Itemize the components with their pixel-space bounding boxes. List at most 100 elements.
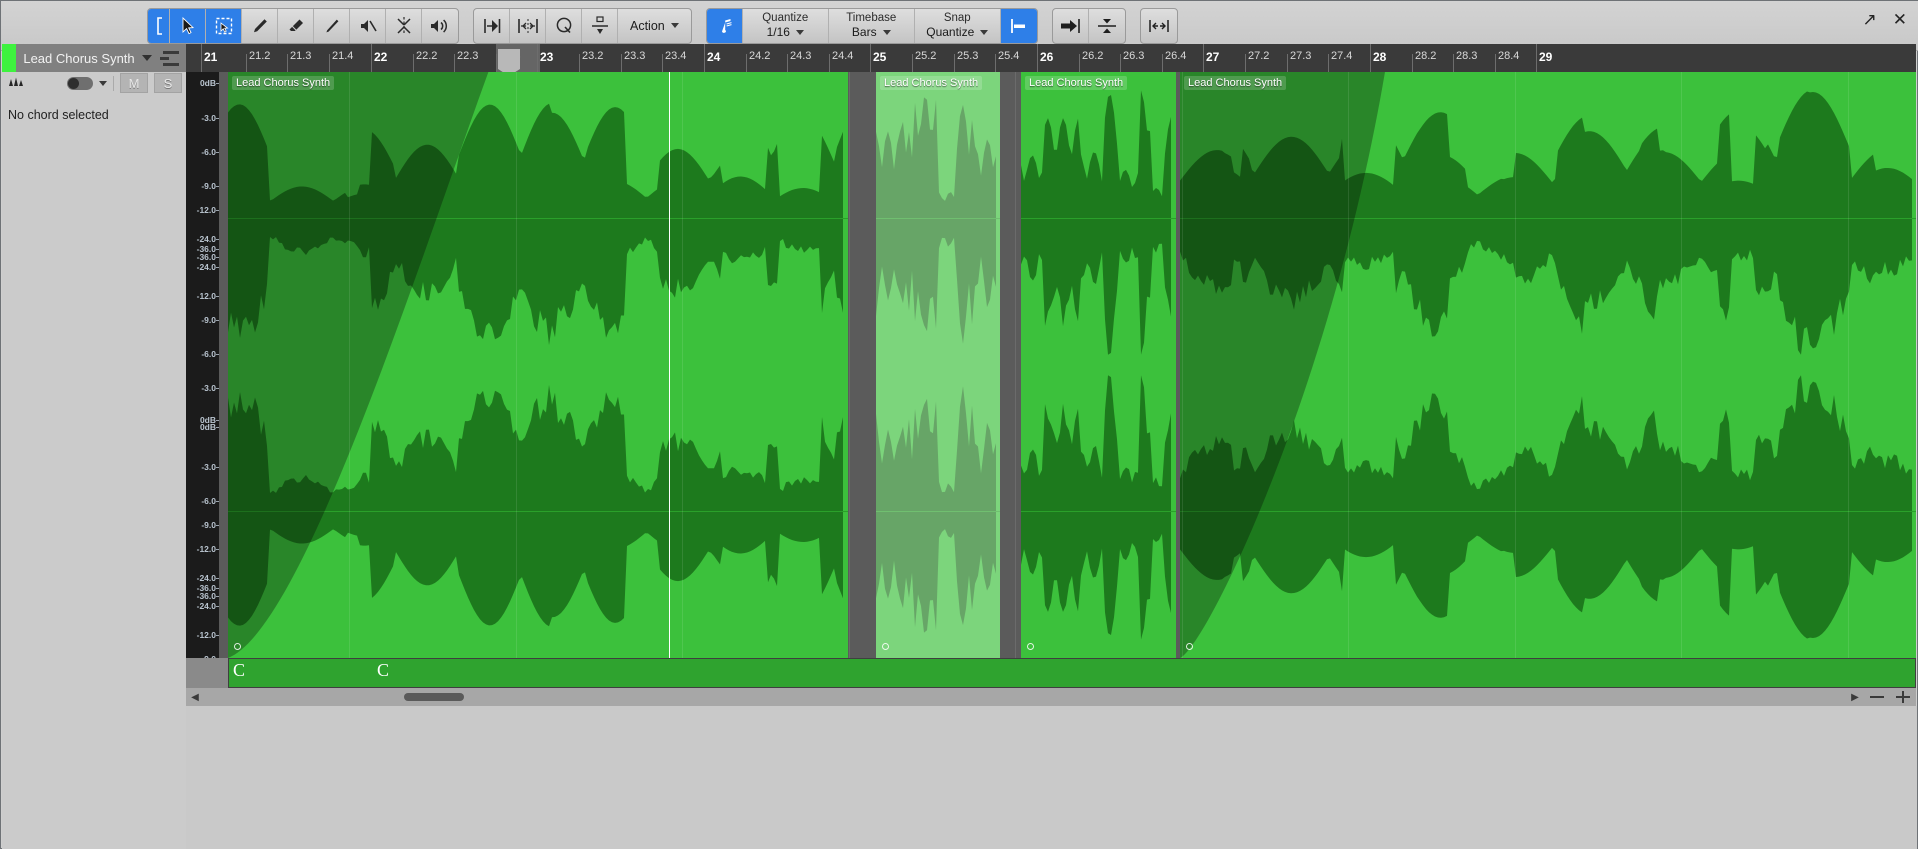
marquee-select-tool[interactable] <box>206 8 242 43</box>
ruler-label: 23.3 <box>624 50 646 62</box>
chevron-down-icon[interactable] <box>99 80 107 86</box>
zoom-in-icon[interactable] <box>1890 688 1916 706</box>
crossfade-button[interactable] <box>1089 9 1125 43</box>
move-group <box>1051 7 1126 44</box>
chevron-down-icon <box>795 30 804 35</box>
music-note-toggle[interactable] <box>706 8 743 43</box>
scroll-right-arrow-icon[interactable]: ▶ <box>1846 688 1864 706</box>
ruler-tick <box>579 54 580 72</box>
pencil-tool[interactable] <box>242 8 278 43</box>
clip-anchor-handle[interactable] <box>1186 643 1193 650</box>
ruler-label: 24.3 <box>790 50 812 62</box>
db-tick-label: -3.0 <box>201 383 219 393</box>
restore-window-icon[interactable]: ↗ <box>1863 11 1877 28</box>
audio-clip[interactable]: Lead Chorus Synth <box>1180 72 1916 658</box>
audio-clip[interactable]: Lead Chorus Synth <box>876 72 1000 658</box>
ruler-label: 22.2 <box>416 50 438 62</box>
ruler-tick <box>201 44 202 72</box>
db-tick-label: -6.0 <box>201 349 219 359</box>
chord-label[interactable]: C <box>233 660 245 681</box>
ruler-label: 27.3 <box>1290 50 1312 62</box>
chevron-down-icon <box>980 30 989 35</box>
ruler-tick <box>995 54 996 72</box>
chord-label[interactable]: C <box>377 660 389 681</box>
audio-clip[interactable]: Lead Chorus Synth <box>1021 72 1176 658</box>
ruler-label: 26.2 <box>1082 50 1104 62</box>
clip-anchor-handle[interactable] <box>1027 643 1034 650</box>
tempo-detect-button[interactable] <box>582 8 618 43</box>
track-menu-icon[interactable] <box>160 50 182 66</box>
ruler-tick <box>829 54 830 72</box>
chord-track[interactable]: CC <box>186 658 1916 688</box>
left-inspector-panel: M S No chord selected <box>2 72 186 778</box>
quantize-field[interactable]: Quantize 1/16 <box>743 8 829 43</box>
ruler-tick <box>1079 54 1080 72</box>
clip-name-label[interactable]: Lead Chorus Synth <box>1184 76 1287 90</box>
ruler-label: 26.3 <box>1123 50 1145 62</box>
fade-out-curve[interactable] <box>1180 72 1916 658</box>
waveform-icon[interactable] <box>6 74 28 92</box>
horizontal-scrollbar[interactable]: ◀ ▶ <box>186 688 1916 706</box>
edit-action-group: Action <box>473 7 692 44</box>
ruler-tick <box>1370 44 1371 72</box>
ruler-label: 24.4 <box>832 50 854 62</box>
volume-tool[interactable] <box>422 9 458 43</box>
db-tick-label: -36.0 <box>196 591 220 601</box>
clip-anchor-handle[interactable] <box>882 643 889 650</box>
waveform-graphic <box>876 72 1000 658</box>
pen-tool[interactable] <box>314 8 350 43</box>
window-controls: ↗ ✕ <box>1863 11 1908 28</box>
clip-anchor-handle[interactable] <box>234 643 241 650</box>
ruler-tick <box>912 54 913 72</box>
close-window-icon[interactable]: ✕ <box>1893 11 1907 28</box>
track-color-swatch[interactable] <box>2 44 16 72</box>
snap-right-button[interactable] <box>474 8 510 43</box>
clip-name-label[interactable]: Lead Chorus Synth <box>880 76 983 90</box>
waveform-edit-area[interactable]: Lead Chorus Synth Lead Chorus Synth Lead… <box>219 72 1916 658</box>
audio-clip[interactable]: Lead Chorus Synth <box>228 72 848 658</box>
mute-button[interactable]: M <box>120 73 148 93</box>
arrow-to-end-button[interactable] <box>1053 8 1089 43</box>
split-scissors-tool[interactable] <box>386 8 422 43</box>
ruler-label: 26 <box>1040 50 1054 64</box>
db-tick-label: -9.0 <box>201 520 219 530</box>
ruler-label: 27.2 <box>1248 50 1270 62</box>
fit-width-button[interactable] <box>1141 9 1177 43</box>
divider <box>113 75 114 91</box>
bar-gridline <box>1015 72 1016 658</box>
quantize-q-button[interactable] <box>546 8 582 43</box>
snap-field[interactable]: Snap Quantize <box>915 8 1001 43</box>
db-tick-label: -6.0 <box>201 147 219 157</box>
timebase-field[interactable]: Timebase Bars <box>829 8 915 43</box>
audio-clip-editor-window: Action Quantize 1/16 Timebase Bars Snap … <box>0 0 1918 849</box>
clip-name-label[interactable]: Lead Chorus Synth <box>232 76 335 90</box>
db-tick-label: -12.0 <box>196 544 220 554</box>
solo-button[interactable]: S <box>154 73 182 93</box>
chevron-down-icon[interactable] <box>142 55 152 61</box>
ruler-label: 28 <box>1373 50 1387 64</box>
action-menu[interactable]: Action <box>618 9 691 43</box>
automation-toggle[interactable] <box>67 76 93 90</box>
zoom-out-icon[interactable] <box>1864 688 1890 706</box>
eraser-tool[interactable] <box>278 8 314 43</box>
pointer-tool[interactable] <box>170 8 206 43</box>
ruler-label: 28.4 <box>1498 50 1520 62</box>
mute-tool[interactable] <box>350 8 386 43</box>
ruler-label: 21.2 <box>249 50 271 62</box>
clip-name-label[interactable]: Lead Chorus Synth <box>1025 76 1128 90</box>
scroll-left-arrow-icon[interactable]: ◀ <box>186 688 204 706</box>
db-tick-label: -24.0 <box>196 573 220 583</box>
ruler-label: 21.4 <box>332 50 354 62</box>
timeline-ruler[interactable]: 2121.221.321.42222.222.322.42323.223.323… <box>186 44 1916 72</box>
playhead-marker[interactable] <box>498 49 520 72</box>
db-tick-label: -36.0 <box>196 252 220 262</box>
align-left-button[interactable] <box>1000 8 1037 43</box>
fade-in-curve[interactable] <box>228 72 848 658</box>
fit-horizontal-button[interactable] <box>510 8 546 43</box>
chord-clip[interactable] <box>228 658 1916 688</box>
track-name-label[interactable]: Lead Chorus Synth <box>16 51 142 66</box>
db-tick-label: -6.0 <box>201 496 219 506</box>
ruler-tick <box>1203 44 1204 72</box>
scrollbar-track[interactable] <box>204 688 1846 706</box>
scrollbar-thumb[interactable] <box>404 693 464 701</box>
